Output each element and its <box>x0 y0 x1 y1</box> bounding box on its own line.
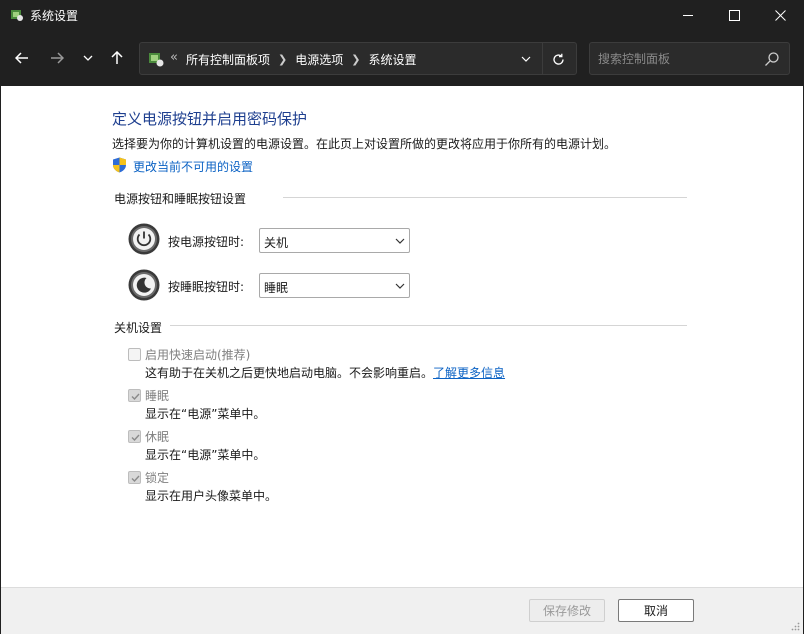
window-title: 系统设置 <box>30 9 79 23</box>
content-area: 定义电源按钮并启用密码保护 选择要为你的计算机设置的电源设置。在此页上对设置所做… <box>1 86 803 587</box>
power-button-action-select[interactable]: 关机 <box>259 228 410 253</box>
description-text: 这有助于在关机之后更快地启动电脑。不会影响重启。 <box>145 366 434 380</box>
sleep-button-label: 按睡眠按钮时: <box>168 280 245 294</box>
cancel-button[interactable]: 取消 <box>618 599 694 622</box>
arrow-right-icon <box>51 52 64 64</box>
minimize-button[interactable] <box>665 0 711 30</box>
chevron-down-icon <box>83 55 93 61</box>
chevron-down-icon <box>395 238 405 244</box>
divider <box>542 43 543 74</box>
chevron-down-icon <box>395 283 405 289</box>
change-unavailable-settings-link[interactable]: 更改当前不可用的设置 <box>133 158 253 175</box>
fast-startup-description: 这有助于在关机之后更快地启动电脑。不会影响重启。了解更多信息 <box>145 364 505 381</box>
address-bar[interactable]: « 所有控制面板项 ❯ 电源选项 ❯ 系统设置 <box>139 42 577 75</box>
fast-startup-label: 启用快速启动(推荐) <box>145 348 251 362</box>
close-icon <box>774 9 786 21</box>
page-description: 选择要为你的计算机设置的电源设置。在此页上对设置所做的更改将应用于你所有的电源计… <box>112 137 617 151</box>
shutdown-section-heading: 关机设置 <box>114 321 163 335</box>
chevron-right-icon[interactable]: ❯ <box>278 53 287 66</box>
maximize-icon <box>728 9 740 21</box>
control-panel-icon <box>149 53 164 67</box>
search-input[interactable] <box>598 50 758 68</box>
select-value: 睡眠 <box>264 281 289 295</box>
lock-option-description: 显示在用户头像菜单中。 <box>145 489 278 503</box>
power-icon <box>128 223 160 255</box>
footer-bar: 保存修改 取消 <box>1 587 803 634</box>
up-button[interactable] <box>103 44 131 72</box>
page-title: 定义电源按钮并启用密码保护 <box>112 110 308 128</box>
sleep-icon <box>128 269 160 301</box>
chevron-down-icon <box>521 56 531 62</box>
sleep-button-action-select[interactable]: 睡眠 <box>259 273 410 298</box>
fast-startup-checkbox[interactable] <box>128 348 141 361</box>
breadcrumb-item[interactable]: 所有控制面板项 <box>186 51 270 68</box>
arrow-up-icon <box>111 51 123 64</box>
checkmark-icon <box>131 475 140 483</box>
navigation-bar: « 所有控制面板项 ❯ 电源选项 ❯ 系统设置 <box>0 30 804 86</box>
maximize-button[interactable] <box>711 0 757 30</box>
breadcrumb: 所有控制面板项 ❯ 电源选项 ❯ 系统设置 <box>186 51 416 68</box>
checkmark-icon <box>131 434 140 442</box>
power-section-heading: 电源按钮和睡眠按钮设置 <box>114 192 247 206</box>
arrow-left-icon <box>15 52 28 64</box>
search-box[interactable] <box>589 42 790 75</box>
resize-grip-icon[interactable] <box>790 621 800 631</box>
forward-button[interactable] <box>43 44 71 72</box>
hibernate-checkbox[interactable] <box>128 430 141 443</box>
close-button[interactable] <box>757 0 803 30</box>
control-panel-icon <box>11 10 23 21</box>
section-divider <box>170 325 687 326</box>
sleep-checkbox[interactable] <box>128 389 141 402</box>
overflow-chevron-icon[interactable]: « <box>170 50 178 65</box>
save-changes-button[interactable]: 保存修改 <box>529 599 605 622</box>
sleep-option-description: 显示在“电源”菜单中。 <box>145 407 266 421</box>
breadcrumb-item[interactable]: 电源选项 <box>295 51 343 68</box>
refresh-button[interactable] <box>547 49 569 69</box>
hibernate-option-description: 显示在“电源”菜单中。 <box>145 448 266 462</box>
address-dropdown-button[interactable] <box>516 49 536 69</box>
hibernate-option-label: 休眠 <box>145 430 170 444</box>
refresh-icon <box>552 53 564 65</box>
search-icon[interactable] <box>764 51 780 67</box>
recent-locations-button[interactable] <box>74 44 102 72</box>
power-button-label: 按电源按钮时: <box>168 235 245 249</box>
learn-more-link[interactable]: 了解更多信息 <box>433 366 505 380</box>
section-divider <box>283 197 687 198</box>
lock-option-label: 锁定 <box>145 471 170 485</box>
select-value: 关机 <box>264 236 289 250</box>
lock-checkbox[interactable] <box>128 471 141 484</box>
back-button[interactable] <box>8 44 36 72</box>
breadcrumb-item[interactable]: 系统设置 <box>368 51 416 68</box>
uac-shield-icon <box>113 157 126 173</box>
sleep-option-label: 睡眠 <box>145 389 170 403</box>
checkmark-icon <box>131 393 140 401</box>
chevron-right-icon[interactable]: ❯ <box>351 53 360 66</box>
title-bar: 系统设置 <box>0 0 804 30</box>
minimize-icon <box>682 14 693 16</box>
